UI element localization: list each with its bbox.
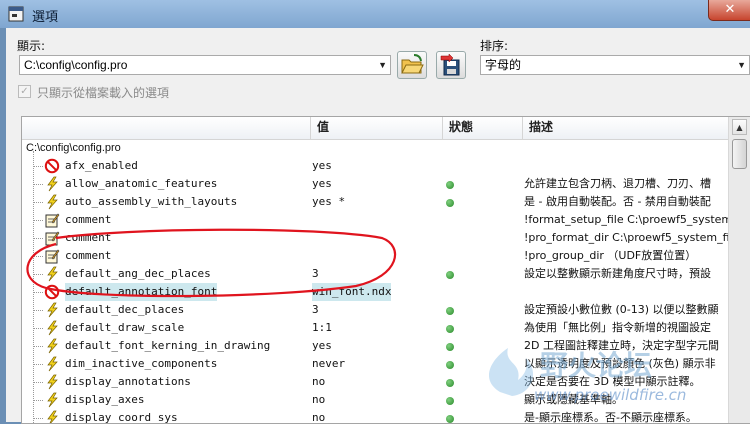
option-description: !pro_group_dir （UDF放置位置） bbox=[524, 249, 697, 262]
option-row[interactable]: afx_enabled yes bbox=[22, 157, 728, 175]
option-name: display_axes bbox=[65, 393, 145, 406]
close-button[interactable]: ✕ bbox=[708, 0, 750, 21]
option-value: yes bbox=[312, 159, 332, 172]
option-value: 1:1 bbox=[312, 321, 332, 334]
status-dot-icon bbox=[446, 325, 454, 333]
status-dot-icon bbox=[446, 199, 454, 207]
option-description: 設定以整數顯示新建角度尺寸時，預設 bbox=[524, 267, 711, 280]
open-folder-icon bbox=[401, 54, 424, 74]
option-name: dim_inactive_components bbox=[65, 357, 218, 370]
option-description: 設定預設小數位數 (0-13) 以便以整數顯 bbox=[524, 303, 719, 316]
annotation-ring bbox=[26, 228, 397, 298]
display-path: C:\config\config.pro bbox=[24, 58, 128, 72]
lightning-icon bbox=[44, 176, 60, 192]
option-row[interactable]: allow_anatomic_features yes 允許建立包含刀柄、退刀槽、刀… bbox=[22, 175, 728, 193]
loaded-only-label: 只顯示從檔案載入的選項 bbox=[37, 86, 170, 100]
watermark: 野火论坛 www.proewildfire.cn bbox=[470, 340, 740, 412]
tree-root[interactable]: C:\config\config.pro bbox=[26, 139, 121, 157]
save-file-button[interactable] bbox=[436, 51, 466, 79]
option-value: yes * bbox=[312, 195, 346, 208]
tree-branch bbox=[33, 346, 43, 347]
tree-branch bbox=[33, 364, 43, 365]
option-value: yes bbox=[312, 339, 332, 352]
lightning-icon bbox=[44, 392, 60, 408]
status-dot-icon bbox=[446, 361, 454, 369]
lightning-icon bbox=[44, 320, 60, 336]
option-name: default_draw_scale bbox=[65, 321, 185, 334]
display-label: 顯示: bbox=[17, 39, 46, 53]
status-dot-icon bbox=[446, 343, 454, 351]
status-dot-icon bbox=[446, 397, 454, 405]
lightning-icon bbox=[44, 194, 60, 210]
app-icon bbox=[8, 6, 24, 22]
sort-label: 排序: bbox=[480, 39, 509, 53]
option-description: !format_setup_file C:\proewf5_system_fil… bbox=[524, 213, 728, 226]
close-icon: ✕ bbox=[724, 2, 736, 17]
no-entry-icon bbox=[44, 158, 60, 174]
tree-branch bbox=[33, 328, 43, 329]
option-description: 允許建立包含刀柄、退刀槽、刀刃、槽 bbox=[524, 177, 711, 190]
tree-branch bbox=[33, 310, 43, 311]
tree-branch bbox=[33, 418, 43, 419]
option-row[interactable]: auto_assembly_with_layouts yes * 是 - 啟用自動裝… bbox=[22, 193, 728, 211]
option-row[interactable]: default_dec_places 3 設定預設小數位數 (0-13) 以便以整數… bbox=[22, 301, 728, 319]
option-name: afx_enabled bbox=[65, 159, 138, 172]
option-value: yes bbox=[312, 177, 332, 190]
option-name: default_font_kerning_in_drawing bbox=[65, 339, 271, 352]
status-dot-icon bbox=[446, 379, 454, 387]
column-status[interactable]: 狀態 bbox=[442, 117, 522, 139]
option-value: no bbox=[312, 375, 326, 388]
tree-branch bbox=[33, 382, 43, 383]
option-row[interactable]: default_draw_scale 1:1 為使用「無比例」指令新增的視圖設定 bbox=[22, 319, 728, 337]
sort-value: 字母的 bbox=[485, 58, 522, 72]
option-name: default_dec_places bbox=[65, 303, 185, 316]
status-dot-icon bbox=[446, 307, 454, 315]
option-value: 3 bbox=[312, 303, 319, 316]
option-description: 是 - 啟用自動裝配。否 - 禁用自動裝配 bbox=[524, 195, 711, 208]
tree-branch bbox=[33, 220, 43, 221]
status-dot-icon bbox=[446, 181, 454, 189]
scroll-thumb[interactable] bbox=[732, 139, 747, 169]
open-file-button[interactable] bbox=[397, 51, 427, 79]
option-value: never bbox=[312, 357, 346, 370]
status-dot-icon bbox=[446, 271, 454, 279]
chevron-down-icon[interactable]: ▼ bbox=[378, 56, 387, 74]
scroll-up-icon[interactable]: ▲ bbox=[732, 119, 747, 135]
lightning-icon bbox=[44, 338, 60, 354]
tree-branch bbox=[33, 166, 43, 167]
tree-branch bbox=[33, 400, 43, 401]
option-name: auto_assembly_with_layouts bbox=[65, 195, 238, 208]
save-disk-icon bbox=[440, 53, 460, 76]
chevron-down-icon[interactable]: ▼ bbox=[737, 56, 746, 74]
watermark-url: www.proewildfire.cn bbox=[534, 386, 687, 404]
column-value[interactable]: 值 bbox=[310, 117, 442, 139]
window-title: 選項 bbox=[32, 10, 59, 25]
option-name: display_annotations bbox=[65, 375, 191, 388]
option-description: !pro_format_dir C:\proewf5_system_file\G bbox=[524, 231, 728, 244]
option-description: 為使用「無比例」指令新增的視圖設定 bbox=[524, 321, 711, 334]
option-name: allow_anatomic_features bbox=[65, 177, 218, 190]
title-bar: 選項 ✕ bbox=[0, 0, 750, 28]
lightning-icon bbox=[44, 302, 60, 318]
loaded-only-checkbox[interactable]: ✓ bbox=[18, 85, 31, 98]
list-header: 值 狀態 描述 bbox=[22, 117, 728, 140]
tree-branch bbox=[33, 184, 43, 185]
tree-branch bbox=[33, 202, 43, 203]
lightning-icon bbox=[44, 374, 60, 390]
display-combo[interactable]: C:\config\config.pro ▼ bbox=[19, 55, 391, 75]
watermark-title: 野火论坛 bbox=[540, 349, 653, 382]
sort-combo[interactable]: 字母的 ▼ bbox=[480, 55, 750, 75]
lightning-icon bbox=[44, 356, 60, 372]
column-description[interactable]: 描述 bbox=[522, 117, 728, 139]
option-value: no bbox=[312, 393, 326, 406]
